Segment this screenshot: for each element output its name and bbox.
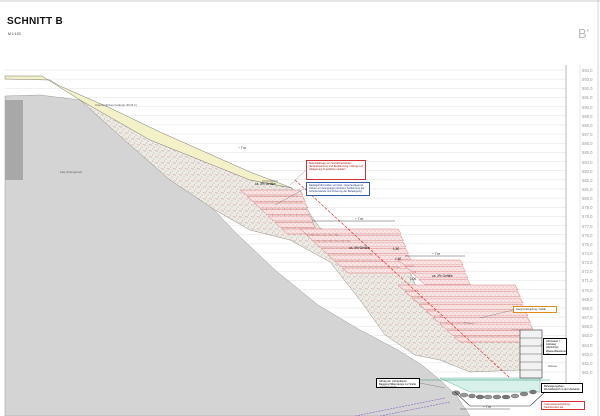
terrace-step [404, 266, 466, 272]
terrace-step [397, 259, 464, 266]
terrace-step [306, 235, 404, 241]
elevation-label: 563,0 [582, 351, 593, 357]
note-red-top: Materialabtrag von Gehölzbeständen (Erds… [306, 160, 366, 180]
terrace-step [432, 317, 531, 323]
dim-160: 1,60 [395, 257, 402, 261]
elevation-label: 591,0 [582, 95, 593, 101]
elevation-label: 567,0 [582, 315, 593, 321]
terrace-step [260, 209, 311, 215]
terrace-step [274, 222, 316, 228]
dim-7m-upper: ~ 7 m [355, 217, 364, 221]
drawing-title: SCHNITT B [7, 16, 64, 27]
elevation-label: 585,0 [582, 150, 593, 156]
terrace-step [411, 297, 524, 304]
note-black-right: Ufermauer / Holzsteg Uferschutz; Wasserb… [543, 338, 567, 355]
elevation-label: 587,0 [582, 132, 593, 138]
elevation-label: 582,0 [582, 177, 593, 183]
elevation-label: 569,0 [582, 296, 593, 302]
elevation-label: 576,0 [582, 232, 593, 238]
elevation-label: 570,0 [582, 287, 593, 293]
elevation-label: 564,0 [582, 342, 593, 348]
elevation-label: 592,0 [582, 86, 593, 92]
terrace-step [253, 202, 309, 209]
note-orange-right: Hangversiegelung / Halde [513, 306, 557, 313]
dim-7m-bottom: ~ 7 m [483, 405, 492, 409]
elevation-label: 594,0 [582, 68, 593, 73]
section-drawing: SCHNITT B M 1:100 B' 594,0 593,0 592,0 591,… [0, 0, 600, 416]
note-black-bottom: Abtrag der vorhandenen Baggerschlittenra… [376, 378, 420, 388]
elevation-label: 588,0 [582, 122, 593, 128]
elevation-label: 578,0 [582, 214, 593, 220]
elevation-label: 584,0 [582, 159, 593, 165]
elevation-label: 575,0 [582, 241, 593, 247]
terrace-step [267, 215, 314, 222]
note-red-bottom-right: Unterwasserschüttung: Steinbrocken als G… [541, 401, 585, 410]
terrace-step [246, 196, 306, 202]
section-mark: B' [578, 26, 590, 41]
label-water: Wasser [548, 364, 558, 368]
elevation-label: 590,0 [582, 104, 593, 110]
elevation-label: 579,0 [582, 205, 593, 211]
terrace-step [397, 284, 519, 291]
elevation-label: 572,0 [582, 269, 593, 275]
section-graphic [0, 0, 600, 416]
elevation-label: 574,0 [582, 251, 593, 257]
elevation-label: 593,0 [582, 77, 593, 83]
elevation-label: 571,0 [582, 278, 593, 284]
dim-150: 1,50 [393, 247, 400, 251]
terrace-step [299, 228, 402, 235]
label-gelaende: Ursprüngliches Gelände (Profil C) [95, 103, 137, 107]
terrace-step [418, 279, 471, 285]
gefaelle-1: ca. 3% Gefälle [255, 182, 276, 186]
elevation-label: 577,0 [582, 223, 593, 229]
note-blue-mid: Nadelgehölzmulden verrottet, zwischenlag… [306, 182, 370, 196]
elevation-label: 568,0 [582, 305, 593, 311]
rock-dark-strip [5, 100, 23, 180]
dim-7m-low: ~ 7 m [238, 146, 247, 150]
elevation-label: 586,0 [582, 141, 593, 147]
dim-100: 1,00 [410, 277, 417, 281]
elevation-label: 581,0 [582, 186, 593, 192]
elevation-label: 565,0 [582, 333, 593, 339]
elevation-label: 583,0 [582, 168, 593, 174]
terrace-step [404, 291, 521, 297]
elevation-label: 562,0 [582, 360, 593, 366]
drawing-scale: M 1:100 [8, 32, 21, 36]
terrace-step [341, 267, 417, 274]
label-fels: Fels (Untergrund) [60, 170, 82, 174]
elevation-label: 589,0 [582, 113, 593, 119]
elevation-label: 580,0 [582, 196, 593, 202]
retaining-wall [519, 329, 543, 379]
dim-7m-mid: ~ 7 m [432, 252, 441, 256]
elevation-label: 561,0 [582, 370, 593, 375]
gefaelle-2: ca. 3% Gefälle [349, 246, 370, 250]
note-black-bottom-right: Befestigungsbau; Wurzelbereich in der Uf… [541, 383, 583, 393]
gefaelle-3: ca. 3% Gefälle [432, 274, 453, 278]
elevation-label: 566,0 [582, 324, 593, 330]
elevation-label: 573,0 [582, 260, 593, 266]
seabed-line [454, 391, 546, 407]
terrace-step [239, 189, 304, 196]
